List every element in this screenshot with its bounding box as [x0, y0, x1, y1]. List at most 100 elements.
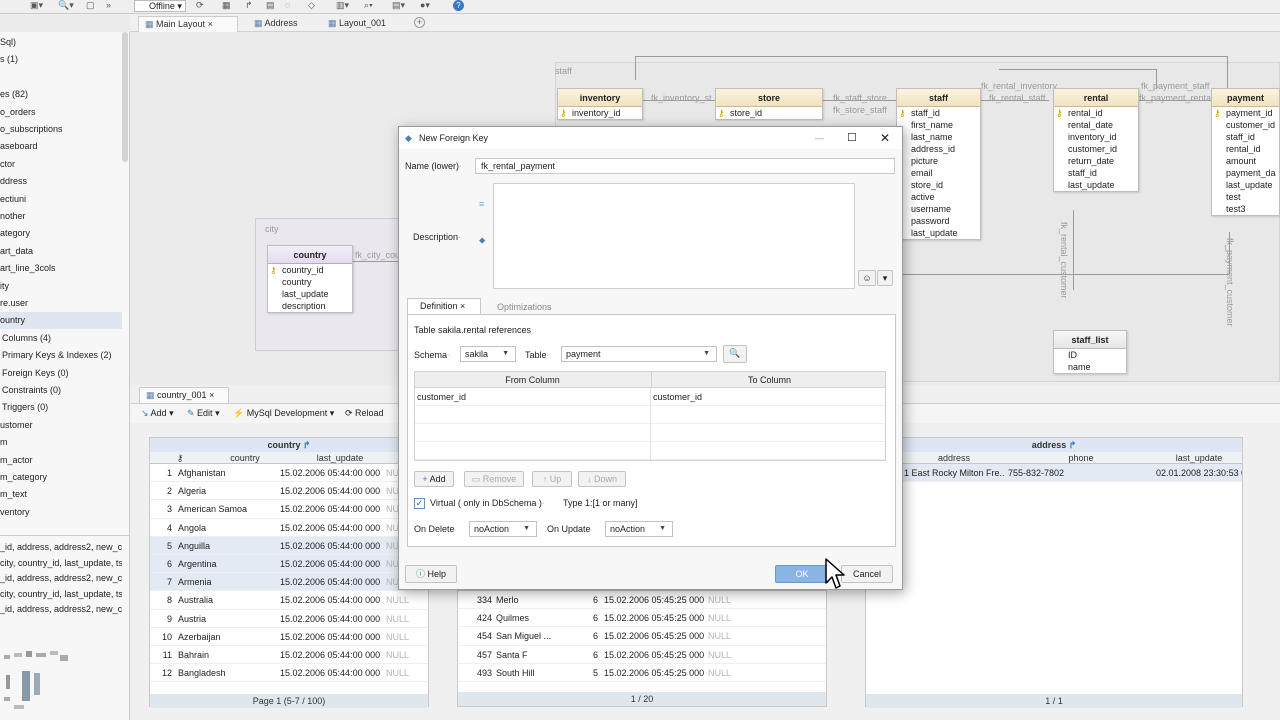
tree-item[interactable]: re.user: [0, 295, 122, 312]
tag-icon[interactable]: ⬥: [479, 235, 485, 246]
filter-icon[interactable]: ▣▾: [30, 0, 43, 12]
table-row[interactable]: 454 San Miguel ... 6 15.02.2006 05:45:25 00…: [458, 627, 826, 646]
column-mapping-table[interactable]: From Column To Column customer_id custome…: [414, 371, 886, 461]
tree-item[interactable]: aseboard: [0, 138, 122, 155]
grid-pager[interactable]: 1 / 20: [458, 692, 826, 706]
search-tb-icon[interactable]: ⌕▾: [364, 0, 373, 12]
table-column[interactable]: ⚷ payment_id: [1212, 107, 1279, 119]
sql-history-item[interactable]: _id, address, address2, new_cc: [0, 540, 122, 555]
help-icon[interactable]: ?: [453, 0, 464, 11]
table-row[interactable]: 2Algeria15.02.2006 05:44:00 000NULL: [150, 482, 428, 501]
tab-address[interactable]: ▦ Address: [248, 16, 318, 32]
erd-table-rental[interactable]: rental ⚷ rental_id rental_date inventory_id…: [1053, 88, 1139, 192]
connection-select[interactable]: ⚡ MySql Development ▾: [233, 408, 334, 419]
table-column[interactable]: description: [268, 300, 352, 312]
tree-item[interactable]: Sql): [0, 34, 122, 51]
table-column[interactable]: ⚷ staff_id: [897, 107, 980, 119]
table-column[interactable]: inventory_id: [1054, 131, 1138, 143]
tree-item[interactable]: Columns (4): [0, 330, 122, 347]
table-column[interactable]: return_date: [1054, 155, 1138, 167]
add-tab-icon[interactable]: +: [414, 17, 425, 28]
tree-item[interactable]: Foreign Keys (0): [0, 365, 122, 382]
grid-city[interactable]: 334 Merlo 6 15.02.2006 05:45:25 000 NULL 424 Q…: [457, 590, 827, 707]
tree-item[interactable]: ategory: [0, 225, 122, 242]
close-icon[interactable]: ×: [460, 301, 465, 311]
refresh-icon[interactable]: ⟳: [196, 0, 204, 12]
table-row[interactable]: 493 South Hill 5 15.02.2006 05:45:25 000 NUL…: [458, 664, 826, 682]
tree-scrollbar[interactable]: [122, 32, 128, 162]
table-row[interactable]: 4Angola15.02.2006 05:44:00 000NULL: [150, 519, 428, 537]
tree-item[interactable]: art_data: [0, 243, 122, 260]
add-column-button[interactable]: + Add: [414, 471, 454, 487]
table-column[interactable]: ⚷ rental_id: [1054, 107, 1138, 119]
tree-item[interactable]: ity: [0, 278, 122, 295]
erd-table-country[interactable]: country ⚷ country_id country last_update des…: [267, 245, 353, 313]
table-row[interactable]: 424 Quilmes 6 15.02.2006 05:45:25 000 NULL: [458, 609, 826, 628]
zoom-icon[interactable]: 🔍▾: [58, 0, 74, 12]
table-row[interactable]: 12 Bangladesh 15.02.2006 05:44:00 000 NULL: [150, 664, 428, 683]
table-row[interactable]: 1Afghanistan15.02.2006 05:44:00 000NULL: [150, 464, 428, 483]
add-button[interactable]: ↘ Add ▾: [141, 408, 174, 419]
name-input[interactable]: fk_rental_payment: [475, 158, 895, 174]
table-column[interactable]: email: [897, 167, 980, 179]
tab-layout-001[interactable]: ▦ Layout_001: [322, 16, 402, 32]
table-column[interactable]: test3: [1212, 203, 1279, 215]
table-column[interactable]: staff_id: [1212, 131, 1279, 143]
table-column[interactable]: password: [897, 215, 980, 227]
maximize-icon[interactable]: ☐: [847, 127, 857, 149]
erd-table-staff[interactable]: staff ⚷ staff_id first_name last_name addres…: [896, 88, 981, 240]
sql-history-item[interactable]: city, country_id, last_update, ts: [0, 587, 122, 602]
tree-item[interactable]: o_subscriptions: [0, 121, 122, 138]
close-icon[interactable]: ✕: [880, 127, 890, 149]
tree-item[interactable]: ctor: [0, 156, 122, 173]
list-icon[interactable]: ≡: [479, 199, 484, 209]
sql-history-item[interactable]: _id, address, address2, new_cc: [0, 602, 122, 617]
forward-icon[interactable]: »: [106, 0, 111, 12]
tree-item[interactable]: nother: [0, 208, 122, 225]
table-row[interactable]: 334 Merlo 6 15.02.2006 05:45:25 000 NULL: [458, 591, 826, 610]
tree-item[interactable]: ventory: [0, 504, 122, 521]
on-update-select[interactable]: noAction ▼: [605, 521, 673, 537]
chevron-down-icon[interactable]: ▾: [877, 270, 893, 286]
tree-item[interactable]: Constraints (0): [0, 382, 122, 399]
table-row[interactable]: 5Anguilla15.02.2006 05:44:00 000NULL: [150, 536, 428, 555]
table-column[interactable]: customer_id: [1212, 119, 1279, 131]
tree-item[interactable]: es (82): [0, 86, 122, 103]
table-column[interactable]: last_update: [1054, 179, 1138, 191]
grid-country[interactable]: country ↱ ⚷ country last_update 1 Afghani…: [149, 437, 429, 708]
tree-item[interactable]: o_orders: [0, 104, 122, 121]
column-header[interactable]: phone: [1006, 452, 1156, 464]
erd-table-payment[interactable]: payment ⚷ payment_id customer_id staff_id re…: [1211, 88, 1280, 216]
cancel-button[interactable]: Cancel: [841, 565, 893, 583]
sql-history-item[interactable]: city, country_id, last_update, ts: [0, 556, 122, 571]
grid-icon[interactable]: ▦: [222, 0, 231, 12]
move-up-button[interactable]: ↑ Up: [532, 471, 572, 487]
table-column[interactable]: rental_date: [1054, 119, 1138, 131]
sql-history-item[interactable]: _id, address, address2, new_cc: [0, 571, 122, 586]
shape-icon[interactable]: ◇: [308, 0, 315, 12]
remove-column-button[interactable]: ▭ Remove: [464, 471, 524, 487]
comment-icon[interactable]: ◌: [285, 0, 290, 12]
on-delete-select[interactable]: noAction ▼: [469, 521, 537, 537]
table-column[interactable]: first_name: [897, 119, 980, 131]
table-row[interactable]: 6Argentina15.02.2006 05:44:00 000NULL: [150, 554, 428, 574]
column-header[interactable]: address: [904, 452, 1004, 464]
globe-icon[interactable]: ●▾: [420, 0, 430, 12]
help-button[interactable]: ⓘ Help: [405, 565, 457, 583]
table-row[interactable]: 3American Samoa15.02.2006 05:44:00 000NU…: [150, 500, 428, 519]
virtual-checkbox[interactable]: ✓: [414, 498, 425, 509]
description-textarea[interactable]: [493, 183, 855, 289]
table-column[interactable]: picture: [897, 155, 980, 167]
schema-select[interactable]: sakila ▼: [460, 346, 516, 362]
table-column[interactable]: address_id: [897, 143, 980, 155]
emoji-icon[interactable]: ☺: [858, 270, 876, 286]
tab-country-001[interactable]: ▦ country_001 ×: [139, 387, 229, 403]
table-column[interactable]: active: [897, 191, 980, 203]
close-icon[interactable]: ×: [209, 390, 214, 400]
erd-table-inventory[interactable]: inventory ⚷ inventory_id: [557, 88, 643, 120]
table-column[interactable]: rental_id: [1212, 143, 1279, 155]
minimap[interactable]: [0, 647, 72, 717]
table-column[interactable]: store_id: [897, 179, 980, 191]
table-row[interactable]: 10 Azerbaijan 15.02.2006 05:44:00 000 NULL: [150, 628, 428, 646]
tree-item[interactable]: ectiuni: [0, 191, 122, 208]
